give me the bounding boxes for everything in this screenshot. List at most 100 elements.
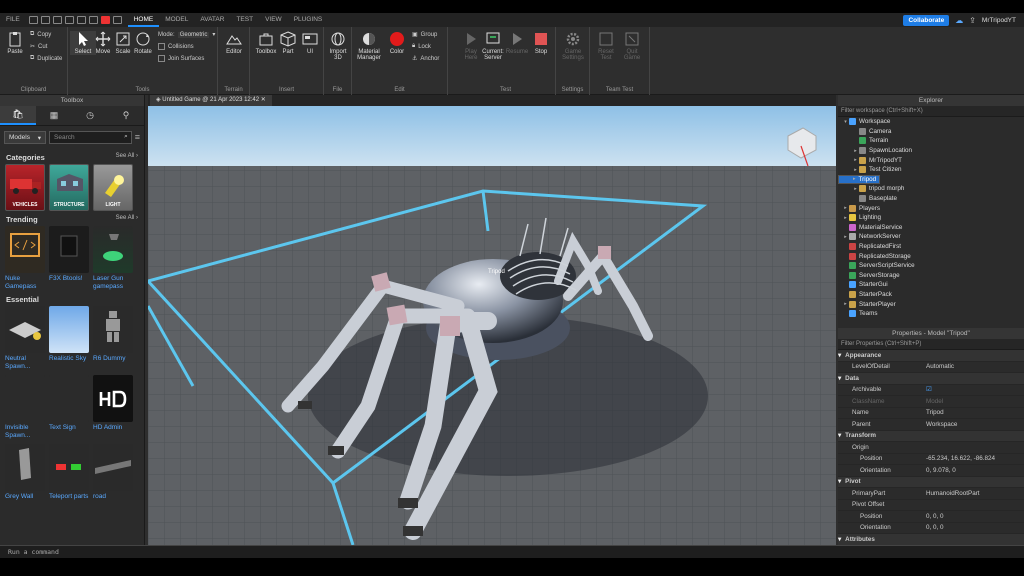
tab-inventory[interactable]: 🛍︎ (0, 106, 36, 125)
cut-button[interactable]: ✂ Cut (30, 43, 47, 51)
expand-arrow-icon[interactable]: ▸ (842, 301, 849, 307)
quit-game-button[interactable]: Quit Game (619, 31, 645, 61)
property-value[interactable]: ☑ (926, 386, 1024, 393)
material-manager-button[interactable]: Material Manager (356, 31, 382, 61)
redo-icon[interactable] (76, 16, 86, 24)
tab-view[interactable]: VIEW (259, 13, 288, 27)
explorer-item[interactable]: Baseplate (838, 194, 1024, 204)
explorer-item[interactable]: StarterGui (838, 280, 1024, 290)
tab-home[interactable]: HOME (127, 13, 160, 27)
property-value[interactable]: Model (926, 398, 1024, 405)
property-row[interactable]: Archivable ☑ (838, 385, 1024, 396)
anchor-button[interactable]: ⚓︎ Anchor (412, 55, 439, 63)
expand-arrow-icon[interactable]: ▸ (853, 176, 856, 182)
undo-icon[interactable] (64, 16, 74, 24)
rotate-button[interactable]: Rotate (130, 31, 156, 55)
property-row[interactable]: Pivot Offset (838, 500, 1024, 511)
expand-arrow-icon[interactable]: ▸ (852, 157, 859, 163)
asset-grey-wall[interactable]: Grey Wall (5, 444, 45, 501)
mode-select[interactable]: Mode: Geometric ▾ (158, 31, 215, 38)
expand-arrow-icon[interactable]: ▸ (852, 186, 859, 192)
explorer-item[interactable]: StarterPack (838, 290, 1024, 300)
explorer-item[interactable]: ▸ tripod morph (838, 184, 1024, 194)
category-structure[interactable]: STRUCTURE (49, 164, 89, 211)
asset-laser-gun[interactable]: Laser Gun gamepass (93, 226, 133, 291)
explorer-item[interactable]: ▸ Lighting (838, 213, 1024, 223)
stop-button[interactable]: Stop (528, 31, 554, 55)
explorer-item[interactable]: ▸ Players (838, 203, 1024, 213)
close-icon[interactable]: ✕ (261, 97, 266, 103)
categories-see-all[interactable]: See All › (116, 153, 138, 162)
file-menu[interactable]: FILE (0, 13, 26, 27)
tab-creations[interactable]: ⚲ (108, 106, 144, 125)
collisions-toggle[interactable]: Collisions (158, 43, 194, 50)
property-row[interactable]: Parent Workspace (838, 419, 1024, 431)
tab-model[interactable]: MODEL (159, 13, 194, 27)
property-value[interactable]: HumanoidRootPart (926, 490, 1024, 497)
explorer-item[interactable]: ServerScriptService (838, 261, 1024, 271)
filter-icon[interactable]: ≡ (135, 131, 140, 144)
share-icon[interactable]: ⇪ (969, 16, 976, 25)
property-row[interactable]: Name Tripod (838, 408, 1024, 419)
property-section-header[interactable]: ▾ Data (838, 373, 1024, 385)
explorer-item[interactable]: ▾ Workspace (838, 117, 1024, 127)
cloud-icon[interactable]: ☁ (955, 16, 963, 25)
reset-test-button[interactable]: Reset Test (593, 31, 619, 61)
category-select[interactable]: Models ▾ (4, 131, 46, 144)
property-row[interactable]: Orientation 0, 9.078, 0 (838, 465, 1024, 477)
game-tab[interactable]: ◈ Untitled Game @ 21 Apr 2023 12:42 ✕ (150, 95, 272, 106)
expand-arrow-icon[interactable]: ▸ (852, 167, 859, 173)
explorer-item[interactable]: ReplicatedFirst (838, 242, 1024, 252)
property-section-header[interactable]: ▾ Transform (838, 430, 1024, 442)
expand-arrow-icon[interactable]: ▸ (842, 205, 849, 211)
trending-see-all[interactable]: See All › (116, 215, 138, 224)
collisions-checkbox[interactable] (158, 43, 165, 50)
explorer-item[interactable]: MaterialService (838, 223, 1024, 233)
tab-marketplace[interactable]: ▦ (36, 106, 72, 125)
command-bar-input[interactable]: Run a command (0, 545, 1024, 558)
asset-nuke-gamepass[interactable]: Nuke Gamepass (5, 226, 45, 291)
properties-filter-input[interactable]: Filter Properties (Ctrl+Shift+P) (838, 339, 1024, 350)
property-value[interactable]: Automatic (926, 363, 1024, 370)
asset-f3x-btools[interactable]: F3X Btools! (49, 226, 89, 291)
expand-arrow-icon[interactable]: ▸ (842, 234, 849, 240)
duplicate-button[interactable]: ⧉ Duplicate (30, 55, 62, 62)
color-button[interactable]: Color (384, 31, 410, 55)
property-row[interactable]: Position 0, 0, 0 (838, 511, 1024, 523)
property-row[interactable]: ClassName Model (838, 396, 1024, 408)
save-icon[interactable] (52, 16, 62, 24)
asset-invisible-spawn[interactable]: Invisible Spawn... (5, 375, 45, 440)
layout-icon[interactable] (112, 16, 122, 24)
game-settings-button[interactable]: Game Settings (560, 31, 586, 61)
collaborate-button[interactable]: Collaborate (903, 14, 950, 26)
asset-text-sign[interactable]: Text Sign (49, 375, 89, 440)
expand-arrow-icon[interactable]: ▸ (852, 148, 859, 154)
tab-recent[interactable]: ◷ (72, 106, 108, 125)
3d-viewport[interactable]: Tripod (148, 106, 836, 545)
asset-realistic-sky[interactable]: Realistic Sky (49, 306, 89, 371)
property-value[interactable]: Workspace (926, 421, 1024, 428)
property-row[interactable]: Origin (838, 442, 1024, 454)
lock-button[interactable]: 🔒︎ Lock (412, 43, 431, 50)
property-value[interactable]: 0, 9.078, 0 (926, 467, 1024, 474)
property-value[interactable]: Tripod (926, 409, 1024, 416)
property-row[interactable]: Orientation 0, 0, 0 (838, 523, 1024, 534)
explorer-item[interactable]: ▸ Test Citizen (838, 165, 1024, 175)
asset-road[interactable]: road (93, 444, 133, 501)
play-icon[interactable] (88, 16, 98, 24)
expand-arrow-icon[interactable]: ▸ (842, 215, 849, 221)
asset-neutral-spawn[interactable]: Neutral Spawn... (5, 306, 45, 371)
terrain-editor-button[interactable]: Editor (221, 31, 247, 55)
explorer-item[interactable]: ▸ StarterPlayer (838, 299, 1024, 309)
asset-r6-dummy[interactable]: R6 Dummy (93, 306, 133, 371)
resume-button[interactable]: Resume (504, 31, 530, 55)
stop-icon[interactable] (100, 16, 110, 24)
ui-button[interactable]: UI (297, 31, 323, 55)
property-row[interactable]: Position -65.234, 16.622, -86.824 (838, 454, 1024, 465)
tab-test[interactable]: TEST (230, 13, 259, 27)
property-section-header[interactable]: ▾ Pivot (838, 476, 1024, 488)
group-button[interactable]: ▣ Group (412, 31, 437, 39)
join-checkbox[interactable] (158, 55, 165, 62)
property-row[interactable]: LevelOfDetail Automatic (838, 362, 1024, 373)
tab-plugins[interactable]: PLUGINS (288, 13, 329, 27)
